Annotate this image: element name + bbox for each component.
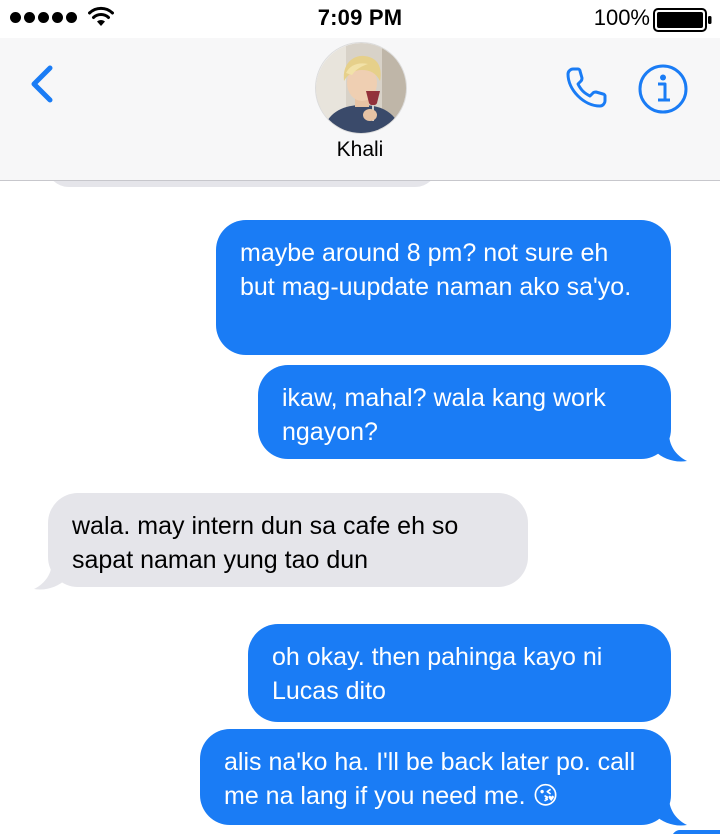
message-bubble-sent-partial [672,830,720,834]
contact-avatar[interactable] [315,42,407,134]
message-text: oh okay. then pahinga kayo ni Lucas dito [272,643,603,705]
conversation-header: Khali [0,38,720,180]
battery-percent: 100% [593,5,650,30]
message-text: alis na'ko ha. I'll be back later po. ca… [224,748,636,810]
avatar-photo [316,43,406,133]
status-bar: 7:09 PM 100% [0,0,720,38]
bubble-tail-sent [655,433,687,462]
message-bubble-received[interactable] [46,181,438,187]
bubble-tail-received [34,561,66,590]
phone-icon[interactable] [560,60,614,114]
message-text: maybe around 8 pm? not sure eh but mag-u… [240,239,632,301]
message-bubble-sent[interactable]: alis na'ko ha. I'll be back later po. ca… [200,729,671,825]
info-icon[interactable] [636,62,690,116]
message-bubble-sent[interactable]: ikaw, mahal? wala kang work ngayon? [258,365,671,459]
message-text: ikaw, mahal? wala kang work ngayon? [282,384,606,446]
message-bubble-sent[interactable]: maybe around 8 pm? not sure eh but mag-u… [216,220,671,355]
message-thread: maybe around 8 pm? not sure eh but mag-u… [0,181,720,834]
message-bubble-received[interactable]: wala. may intern dun sa cafe eh so sapat… [48,493,528,587]
bubble-tail-sent [655,797,687,826]
message-bubble-sent[interactable]: oh okay. then pahinga kayo ni Lucas dito [248,624,671,722]
back-chevron-icon[interactable] [20,56,64,112]
battery-icon [653,8,712,32]
contact-name[interactable]: Khali [0,138,720,162]
message-text: wala. may intern dun sa cafe eh so sapat… [72,512,459,574]
messages-screen: 7:09 PM 100% Khali maybe around 8 pm? no… [0,0,720,834]
